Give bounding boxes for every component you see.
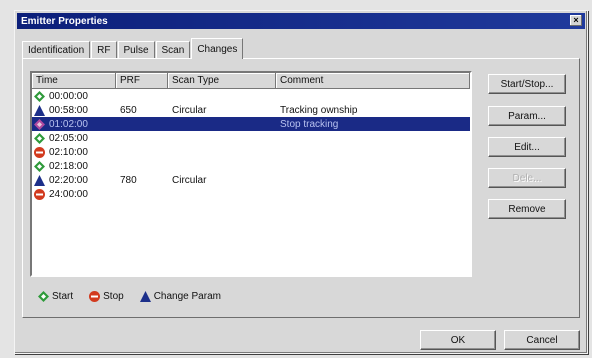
column-header-time[interactable]: Time [32, 73, 116, 89]
change-param-icon [34, 174, 45, 186]
table-row[interactable]: 02:18:00 [32, 159, 470, 173]
start-icon [38, 291, 49, 302]
table-row[interactable]: 01:02:00 Stop tracking [32, 117, 470, 131]
table-row[interactable]: 02:20:00 780 Circular [32, 173, 470, 187]
tab-label: Pulse [123, 44, 149, 56]
cell-time: 02:05:00 [32, 132, 116, 144]
cell-time: 00:00:00 [32, 90, 116, 102]
column-header-scan-type[interactable]: Scan Type [168, 73, 276, 89]
tab-rf[interactable]: RF [91, 41, 117, 58]
column-header-comment[interactable]: Comment [276, 73, 470, 89]
cell-time: 01:02:00 [32, 118, 116, 130]
remove-button[interactable]: Remove [488, 199, 566, 219]
cancel-label: Cancel [526, 334, 558, 346]
tab-label: RF [97, 44, 111, 56]
title-bar[interactable]: Emitter Properties × [17, 13, 585, 29]
changes-list[interactable]: Time PRF Scan Type Comment 00:00:00 00:58… [30, 71, 472, 277]
start-stop-button[interactable]: Start/Stop... [488, 74, 566, 94]
tab-label: Identification [28, 44, 85, 56]
legend-stop: Stop [89, 291, 124, 302]
icon-legend: Start Stop Change Param [38, 291, 237, 302]
stop-icon [34, 146, 45, 158]
legend-stop-label: Stop [103, 291, 124, 302]
change-param-icon [34, 104, 45, 116]
cell-time: 00:58:00 [32, 104, 116, 116]
stop-icon [89, 291, 101, 302]
window-title: Emitter Properties [21, 15, 108, 27]
table-row[interactable]: 00:00:00 [32, 89, 470, 103]
legend-start: Start [38, 291, 73, 302]
cell-scan-type: Circular [172, 104, 207, 116]
edit-label: Edit... [514, 141, 540, 153]
tab-scan[interactable]: Scan [155, 41, 191, 58]
param-button[interactable]: Param... [488, 106, 566, 126]
cell-prf: 780 [120, 174, 137, 186]
legend-change: Change Param [139, 291, 221, 302]
start-icon [34, 90, 45, 102]
list-header: Time PRF Scan Type Comment [32, 73, 470, 89]
cell-comment: Tracking ownship [280, 104, 358, 116]
cell-time: 24:00:00 [32, 188, 116, 200]
time-text: 02:05:00 [49, 132, 88, 144]
pending-icon [34, 118, 45, 130]
tab-changes[interactable]: Changes [191, 38, 244, 59]
cell-time: 02:20:00 [32, 174, 116, 186]
tab-strip: Identification RF Pulse Scan Changes [22, 36, 244, 59]
ok-label: OK [450, 334, 466, 346]
time-text: 24:00:00 [49, 188, 88, 200]
time-text: 00:00:00 [49, 90, 88, 102]
close-icon[interactable]: × [570, 15, 582, 26]
tab-identification[interactable]: Identification [22, 41, 91, 58]
time-text: 02:18:00 [49, 160, 88, 172]
stop-icon [34, 188, 45, 200]
disabled-button: Dele... [488, 168, 566, 188]
tab-pulse[interactable]: Pulse [117, 41, 155, 58]
cancel-button[interactable]: Cancel [504, 330, 580, 350]
cell-prf: 650 [120, 104, 137, 116]
list-body: 00:00:00 00:58:00 650 Circular Tracking owns… [32, 89, 470, 201]
column-header-prf[interactable]: PRF [116, 73, 168, 89]
cell-time: 02:10:00 [32, 146, 116, 158]
remove-label: Remove [508, 203, 546, 215]
legend-start-label: Start [52, 291, 74, 302]
disabled-label: Dele... [512, 172, 542, 184]
start-icon [34, 132, 45, 144]
time-text: 00:58:00 [49, 104, 88, 116]
start-stop-label: Start/Stop... [500, 78, 554, 90]
ok-button[interactable]: OK [420, 330, 496, 350]
table-row[interactable]: 00:58:00 650 Circular Tracking ownship [32, 103, 470, 117]
change-param-icon [139, 291, 151, 302]
cell-comment: Stop tracking [280, 118, 339, 130]
time-text: 01:02:00 [49, 118, 88, 130]
legend-change-label: Change Param [153, 291, 221, 302]
tab-label: Changes [197, 43, 238, 55]
table-row[interactable]: 24:00:00 [32, 187, 470, 201]
time-text: 02:10:00 [49, 146, 88, 158]
edit-button[interactable]: Edit... [488, 137, 566, 157]
param-label: Param... [508, 110, 546, 122]
cell-scan-type: Circular [172, 174, 207, 186]
table-row[interactable]: 02:10:00 [32, 145, 470, 159]
table-row[interactable]: 02:05:00 [32, 131, 470, 145]
tab-label: Scan [161, 44, 185, 56]
start-icon [34, 160, 45, 172]
time-text: 02:20:00 [49, 174, 88, 186]
cell-time: 02:18:00 [32, 160, 116, 172]
